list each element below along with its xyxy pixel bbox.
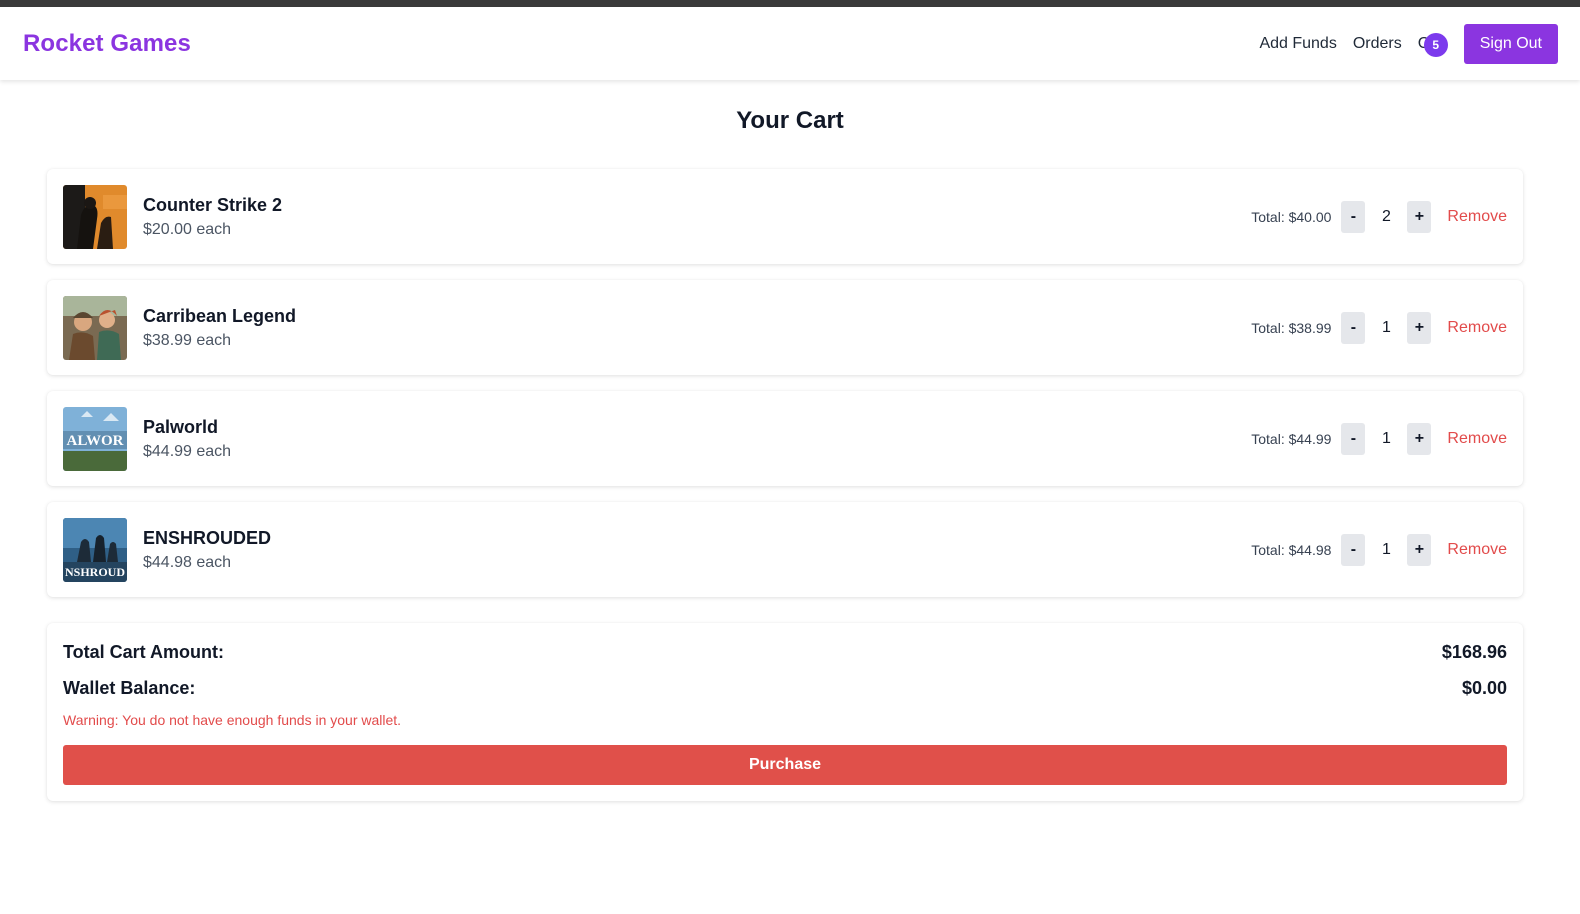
item-unit-price: $20.00 each (143, 220, 232, 238)
remove-item-button[interactable]: Remove (1447, 319, 1507, 337)
page-title: Your Cart (736, 107, 844, 134)
increase-quantity-button[interactable]: + (1407, 311, 1432, 344)
item-info: Palworld $44.99 each (143, 416, 1251, 462)
cart-summary: Total Cart Amount: $168.96 Wallet Balanc… (47, 623, 1523, 801)
quantity-value: 2 (1381, 207, 1391, 225)
navbar: Rocket Games Add Funds Orders C 5 Sign O… (0, 7, 1580, 80)
cart-count-badge: 5 (1423, 32, 1448, 57)
brand-logo[interactable]: Rocket Games (23, 30, 191, 58)
remove-item-button[interactable]: Remove (1447, 430, 1507, 448)
game-thumbnail-image (63, 184, 127, 249)
game-thumbnail-image: NSHROUD (63, 517, 127, 582)
item-name[interactable]: ENSHROUDED (143, 527, 1251, 549)
item-total: Total: $44.99 (1251, 430, 1332, 447)
item-info: ENSHROUDED $44.98 each (143, 527, 1251, 573)
increase-quantity-button[interactable]: + (1407, 533, 1432, 566)
total-cart-label: Total Cart Amount: (63, 642, 224, 662)
wallet-balance-row: Wallet Balance: $0.00 (63, 675, 1507, 701)
cart-item-list: Counter Strike 2 $20.00 each Total: $40.… (47, 169, 1523, 597)
remove-item-button[interactable]: Remove (1447, 208, 1507, 226)
decrease-quantity-button[interactable]: - (1341, 200, 1366, 233)
item-unit-price: $44.98 each (143, 553, 232, 571)
game-thumbnail-image (63, 295, 127, 360)
remove-item-button[interactable]: Remove (1447, 541, 1507, 559)
wallet-balance-value: $0.00 (1461, 678, 1507, 698)
item-total: Total: $44.98 (1251, 541, 1332, 558)
item-name[interactable]: Counter Strike 2 (143, 194, 1251, 216)
wallet-balance-label: Wallet Balance: (63, 678, 196, 698)
item-unit-price: $38.99 each (143, 331, 232, 349)
item-total: Total: $38.99 (1251, 319, 1332, 336)
quantity-value: 1 (1381, 540, 1391, 558)
nav-orders[interactable]: Orders (1353, 35, 1402, 53)
item-name[interactable]: Palworld (143, 416, 1251, 438)
item-controls: Total: $40.00 - 2 + Remove (1251, 200, 1507, 233)
item-controls: Total: $44.99 - 1 + Remove (1251, 422, 1507, 455)
item-controls: Total: $44.98 - 1 + Remove (1251, 533, 1507, 566)
decrease-quantity-button[interactable]: - (1341, 422, 1366, 455)
cart-item: NSHROUD ENSHROUDED $44.98 each Total: $4… (47, 502, 1523, 597)
thumbnail-text: ALWOR (67, 433, 124, 449)
total-cart-row: Total Cart Amount: $168.96 (63, 639, 1507, 665)
item-controls: Total: $38.99 - 1 + Remove (1251, 311, 1507, 344)
total-cart-value: $168.96 (1441, 642, 1507, 662)
game-thumbnail-image: ALWOR (63, 406, 127, 471)
sign-out-button[interactable]: Sign Out (1463, 23, 1558, 64)
quantity-value: 1 (1381, 318, 1391, 336)
decrease-quantity-button[interactable]: - (1341, 311, 1366, 344)
nav-cart[interactable]: C 5 (1418, 32, 1448, 57)
increase-quantity-button[interactable]: + (1407, 422, 1432, 455)
item-name[interactable]: Carribean Legend (143, 305, 1251, 327)
insufficient-funds-warning: Warning: You do not have enough funds in… (63, 712, 402, 728)
item-info: Counter Strike 2 $20.00 each (143, 194, 1251, 240)
cart-item: Carribean Legend $38.99 each Total: $38.… (47, 280, 1523, 375)
window-top-strip (0, 0, 1580, 7)
cart-item: ALWOR Palworld $44.99 each Total: $44.99… (47, 391, 1523, 486)
decrease-quantity-button[interactable]: - (1341, 533, 1366, 566)
item-unit-price: $44.99 each (143, 442, 232, 460)
increase-quantity-button[interactable]: + (1407, 200, 1432, 233)
item-info: Carribean Legend $38.99 each (143, 305, 1251, 351)
nav-add-funds[interactable]: Add Funds (1259, 35, 1336, 53)
cart-item: Counter Strike 2 $20.00 each Total: $40.… (47, 169, 1523, 264)
thumbnail-text: NSHROUD (65, 565, 125, 579)
item-total: Total: $40.00 (1251, 208, 1332, 225)
purchase-button[interactable]: Purchase (63, 745, 1507, 785)
quantity-value: 1 (1381, 429, 1391, 447)
nav-links: Add Funds Orders C 5 Sign Out (1243, 23, 1558, 64)
